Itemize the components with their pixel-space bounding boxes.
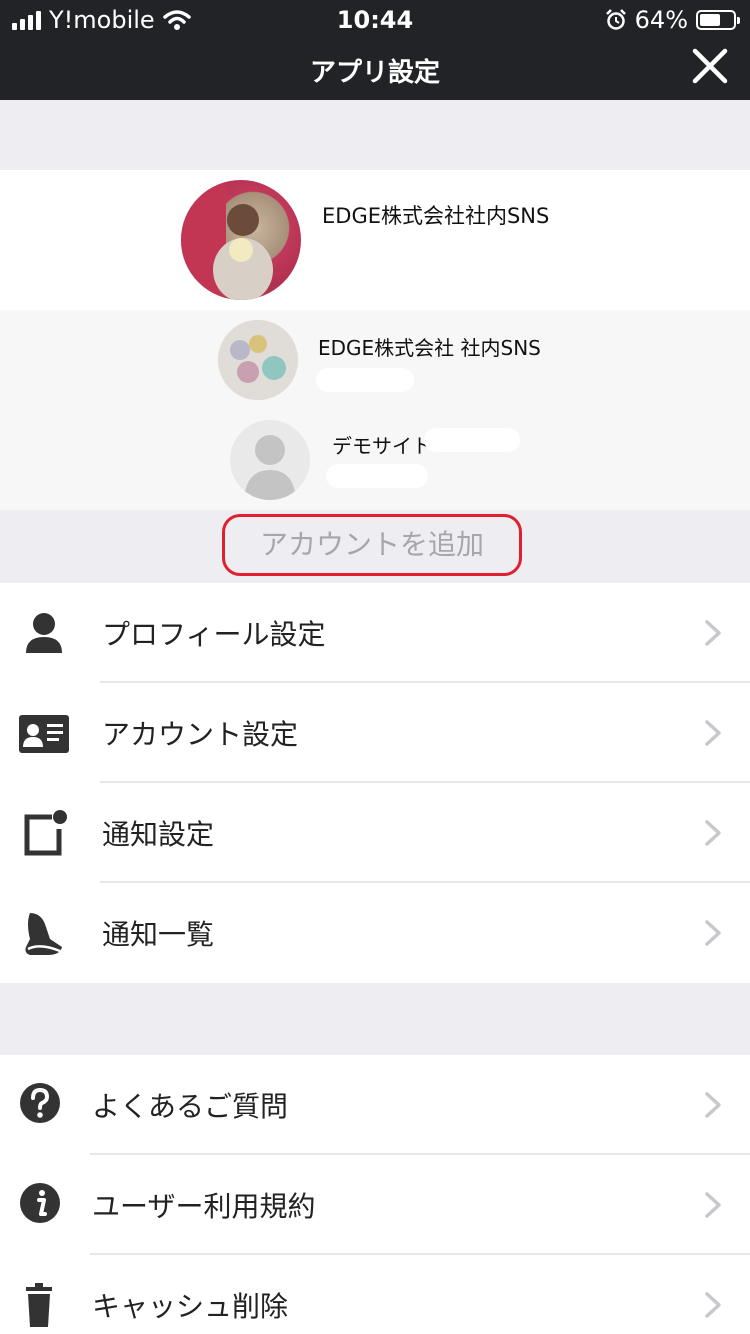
trash-icon	[26, 1283, 52, 1327]
menu-item-notification-settings[interactable]: 通知設定	[0, 783, 750, 883]
status-right: 64%	[605, 6, 740, 34]
alarm-icon	[605, 9, 626, 30]
redacted-text	[424, 428, 520, 452]
person-icon	[26, 613, 62, 653]
battery-icon	[696, 10, 740, 30]
chevron-right-icon	[705, 1092, 721, 1118]
app-header: Y!mobile 10:44 64% アプリ設定	[0, 0, 750, 100]
bell-icon	[25, 913, 62, 955]
redacted-text	[316, 368, 414, 392]
battery-level-fill	[700, 14, 720, 26]
current-account-name: EDGE株式会社社内SNS	[322, 204, 550, 228]
info-icon	[20, 1183, 60, 1223]
id-card-icon	[19, 715, 69, 753]
account-name: デモサイト	[332, 434, 432, 458]
battery-percent: 64%	[634, 6, 688, 34]
other-accounts: EDGE株式会社 社内SNS デモサイト	[0, 310, 750, 510]
current-account-avatar	[181, 180, 301, 300]
section-spacer	[0, 983, 750, 1055]
add-account-button[interactable]: アカウントを追加	[222, 514, 522, 576]
menu-item-label: 通知設定	[102, 818, 215, 851]
account-name: EDGE株式会社 社内SNS	[318, 336, 541, 360]
menu-item-label: プロフィール設定	[102, 618, 326, 651]
question-icon	[20, 1083, 60, 1123]
close-icon[interactable]	[690, 46, 730, 86]
account-avatar	[218, 320, 298, 400]
chevron-right-icon	[705, 1292, 721, 1318]
avatar-photo	[181, 180, 273, 300]
add-account-section: アカウントを追加	[0, 510, 750, 583]
top-spacer	[0, 100, 750, 170]
redacted-text	[326, 464, 428, 488]
chevron-right-icon	[705, 920, 721, 946]
page-title: アプリ設定	[309, 58, 440, 88]
chevron-right-icon	[705, 620, 721, 646]
menu-item-label: キャッシュ削除	[92, 1290, 289, 1323]
status-bar: Y!mobile 10:44 64%	[0, 0, 750, 40]
account-item[interactable]: デモサイト	[0, 410, 750, 510]
menu-item-label: よくあるご質問	[92, 1090, 289, 1123]
menu-item-account-settings[interactable]: アカウント設定	[0, 683, 750, 783]
support-menu: よくあるご質問 ユーザー利用規約 キャッシュ削除	[0, 1055, 750, 1334]
menu-item-terms-of-use[interactable]: ユーザー利用規約	[0, 1155, 750, 1255]
menu-item-faq[interactable]: よくあるご質問	[0, 1055, 750, 1155]
current-account[interactable]: EDGE株式会社社内SNS	[0, 170, 750, 310]
chevron-right-icon	[705, 820, 721, 846]
menu-item-label: 通知一覧	[102, 918, 215, 951]
menu-item-label: ユーザー利用規約	[92, 1190, 316, 1223]
menu-item-clear-cache[interactable]: キャッシュ削除	[0, 1255, 750, 1334]
notification-badge-icon	[24, 810, 67, 856]
account-item[interactable]: EDGE株式会社 社内SNS	[0, 310, 750, 410]
menu-item-notification-list[interactable]: 通知一覧	[0, 883, 750, 983]
settings-menu: プロフィール設定 アカウント設定 通知設定 通知一覧	[0, 583, 750, 983]
default-avatar-icon	[230, 420, 310, 500]
menu-item-label: アカウント設定	[102, 718, 299, 751]
chevron-right-icon	[705, 720, 721, 746]
chevron-right-icon	[705, 1192, 721, 1218]
menu-item-profile-settings[interactable]: プロフィール設定	[0, 583, 750, 683]
avatar-photo	[218, 320, 298, 400]
